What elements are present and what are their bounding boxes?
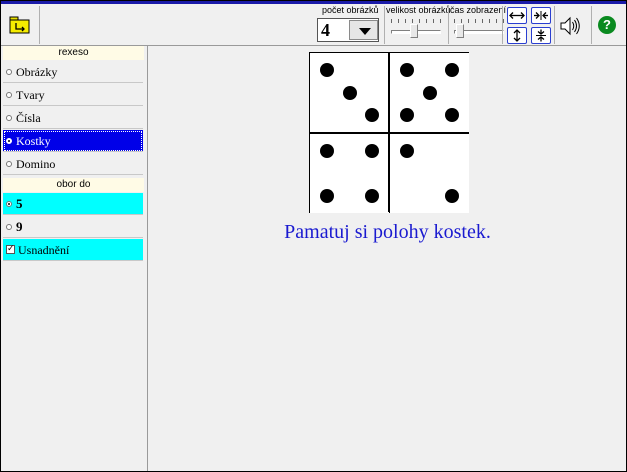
game-area: Pamatuj si polohy kostek. bbox=[149, 46, 626, 471]
slider-thumb[interactable] bbox=[456, 24, 465, 38]
option-label: Tvary bbox=[16, 88, 45, 102]
hint-label: Usnadnění bbox=[18, 243, 70, 257]
board-divider-horizontal bbox=[310, 132, 468, 134]
die-pip bbox=[400, 63, 415, 78]
count-dropdown-button[interactable] bbox=[349, 20, 378, 40]
card-2[interactable] bbox=[390, 53, 469, 132]
shrink-horizontal-button[interactable] bbox=[531, 7, 551, 24]
instruction-message: Pamatuj si polohy kostek. bbox=[284, 221, 491, 243]
radio-icon bbox=[6, 69, 12, 75]
range-header: obor do bbox=[3, 178, 144, 192]
option-label: Domino bbox=[16, 157, 56, 171]
die-pip bbox=[364, 188, 379, 203]
sound-button[interactable] bbox=[557, 13, 583, 39]
toolbar-divider bbox=[591, 6, 592, 44]
option-tvary[interactable]: Tvary bbox=[3, 84, 143, 106]
chevron-down-icon bbox=[359, 28, 371, 35]
slider-thumb[interactable] bbox=[409, 24, 418, 38]
count-label: počet obrázků bbox=[322, 5, 379, 15]
die-pip bbox=[320, 63, 335, 78]
die-pip bbox=[364, 144, 379, 159]
option-obrazky[interactable]: Obrázky bbox=[3, 61, 143, 83]
toolbar-divider bbox=[448, 6, 449, 44]
toolbar: počet obrázků 4 velikost obrázků čas zob… bbox=[1, 4, 626, 46]
option-label: Čísla bbox=[16, 111, 41, 125]
expand-vertical-icon bbox=[513, 29, 521, 42]
radio-icon bbox=[6, 224, 12, 230]
card-4[interactable] bbox=[390, 134, 469, 213]
option-label: Kostky bbox=[16, 134, 51, 148]
toolbar-divider bbox=[502, 6, 503, 44]
range-option-5[interactable]: 5 bbox=[3, 193, 143, 215]
app-window: počet obrázků 4 velikost obrázků čas zob… bbox=[0, 0, 627, 472]
card-board bbox=[309, 52, 469, 213]
option-label: Obrázky bbox=[16, 65, 58, 79]
die-pip bbox=[400, 107, 415, 122]
card-1[interactable] bbox=[310, 53, 389, 132]
die-pip bbox=[444, 107, 459, 122]
option-cisla[interactable]: Čísla bbox=[3, 107, 143, 129]
shrink-vertical-icon bbox=[536, 29, 546, 42]
range-option-9[interactable]: 9 bbox=[3, 216, 143, 238]
count-select[interactable]: 4 bbox=[317, 18, 379, 42]
time-slider[interactable] bbox=[452, 18, 508, 40]
die-pip bbox=[364, 107, 379, 122]
expand-horizontal-icon bbox=[509, 12, 525, 19]
expand-horizontal-button[interactable] bbox=[507, 7, 527, 24]
option-label: 5 bbox=[16, 196, 23, 211]
die-pip bbox=[422, 85, 437, 100]
open-folder-icon bbox=[9, 16, 30, 34]
shrink-horizontal-icon bbox=[534, 11, 548, 20]
toolbar-divider bbox=[554, 6, 555, 44]
slider-ticks bbox=[391, 19, 441, 23]
radio-selected-icon bbox=[6, 201, 12, 207]
shrink-vertical-button[interactable] bbox=[531, 27, 551, 44]
game-type-header: rexeso bbox=[3, 46, 144, 60]
expand-vertical-button[interactable] bbox=[507, 27, 527, 44]
radio-icon bbox=[6, 161, 12, 167]
radio-icon bbox=[6, 92, 12, 98]
hint-checkbox-row[interactable]: ✓ Usnadnění bbox=[3, 239, 143, 261]
toolbar-divider bbox=[39, 6, 40, 44]
open-folder-button[interactable] bbox=[7, 12, 33, 38]
card-3[interactable] bbox=[310, 134, 389, 213]
sidebar: rexeso Obrázky Tvary Čísla Kostky Domino… bbox=[1, 46, 148, 471]
size-label: velikost obrázků bbox=[386, 5, 451, 15]
count-value: 4 bbox=[321, 20, 330, 40]
radio-selected-icon bbox=[6, 138, 12, 144]
die-pip bbox=[320, 144, 335, 159]
speaker-icon bbox=[560, 16, 580, 36]
die-pip bbox=[444, 188, 459, 203]
option-kostky[interactable]: Kostky bbox=[3, 130, 143, 152]
die-pip bbox=[444, 63, 459, 78]
help-icon: ? bbox=[603, 17, 611, 32]
slider-ticks bbox=[454, 19, 504, 23]
radio-icon bbox=[6, 115, 12, 121]
time-label: čas zobrazení bbox=[450, 5, 507, 15]
option-label: 9 bbox=[16, 219, 23, 234]
die-pip bbox=[400, 144, 415, 159]
die-pip bbox=[342, 85, 357, 100]
die-pip bbox=[320, 188, 335, 203]
checkbox-checked-icon[interactable]: ✓ bbox=[6, 245, 15, 254]
option-domino[interactable]: Domino bbox=[3, 153, 143, 175]
size-slider[interactable] bbox=[389, 18, 445, 40]
toolbar-divider bbox=[384, 6, 385, 44]
help-button[interactable]: ? bbox=[598, 16, 616, 34]
